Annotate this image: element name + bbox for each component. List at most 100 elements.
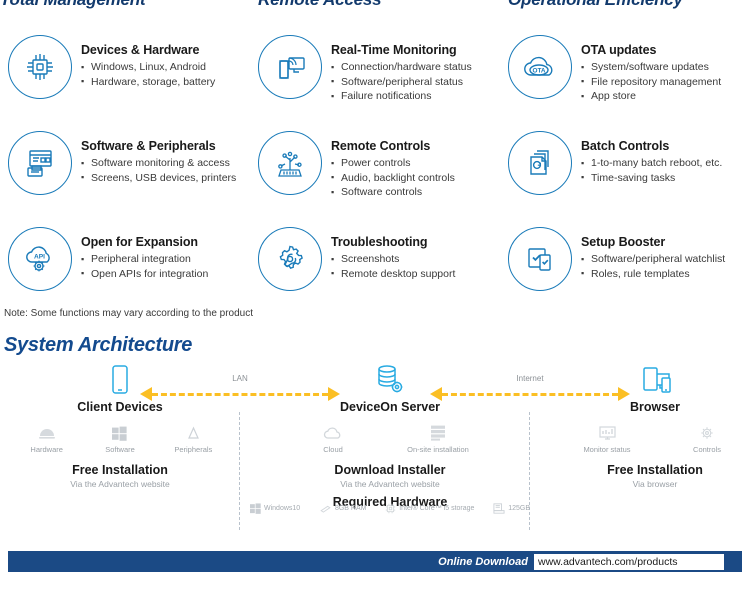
hardware-item-windows: Windows10 bbox=[250, 503, 300, 514]
feature-title: Devices & Hardware bbox=[81, 43, 200, 57]
feature-bullet: Windows, Linux, Android bbox=[81, 60, 215, 75]
feature-bullet: Connection/hardware status bbox=[331, 60, 472, 75]
sub-item-controls: Controls bbox=[676, 423, 738, 454]
poster-page: Total Management Remote Access Operation… bbox=[0, 0, 750, 591]
multi-device-browser-icon bbox=[560, 362, 750, 396]
feature-bullet: Screens, USB devices, printers bbox=[81, 170, 236, 186]
onsite-server-icon bbox=[398, 423, 478, 443]
client-sub-items: Hardware Software Peripherals bbox=[20, 423, 220, 454]
feature-bullet: Software/peripheral status bbox=[331, 74, 472, 90]
feature-grid: Devices & Hardware Windows, Linux, Andro… bbox=[0, 33, 750, 321]
required-hardware-row: Windows10 8GB RAM Intel® Core™ i5 storag… bbox=[250, 503, 530, 514]
feature-title: Batch Controls bbox=[581, 139, 670, 153]
node-title: Client Devices bbox=[77, 400, 163, 414]
feature-ota-updates: OTA OTA updates System/software updates … bbox=[500, 33, 750, 129]
online-download-label: Online Download bbox=[438, 555, 528, 568]
feature-open-for-expansion: API Open for Expansion Peripheral integr… bbox=[0, 225, 250, 321]
column-headers: Total Management Remote Access Operation… bbox=[0, 0, 750, 12]
sub-item-onsite: On-site installation bbox=[398, 423, 478, 454]
feature-bullets: Software/peripheral watchlist Roles, rul… bbox=[581, 252, 725, 281]
feature-real-time-monitoring: Real-Time Monitoring Connection/hardware… bbox=[250, 33, 500, 129]
controls-gear-icon bbox=[676, 423, 738, 443]
real-time-monitor-icon bbox=[258, 35, 322, 99]
setup-booster-check-icon bbox=[508, 227, 572, 291]
hardware-label: 8GB RAM bbox=[334, 505, 367, 512]
feature-bullet: Open APIs for integration bbox=[81, 266, 208, 282]
feature-bullet: Peripheral integration bbox=[81, 252, 208, 267]
feature-title: Remote Controls bbox=[331, 139, 431, 153]
system-architecture-title: System Architecture bbox=[4, 334, 193, 356]
feature-software-peripherals: Software & Peripherals Software monitori… bbox=[0, 129, 250, 225]
feature-bullet: App store bbox=[581, 89, 721, 104]
online-download-bar: Online Download www.advantech.com/produc… bbox=[8, 551, 742, 572]
feature-text: Remote Controls Power controls Audio, ba… bbox=[331, 129, 455, 200]
monitor-status-icon bbox=[572, 423, 642, 443]
cloud-icon bbox=[302, 423, 364, 443]
column-header-remote-access: Remote Access bbox=[258, 0, 382, 10]
feature-bullets: Connection/hardware status Software/peri… bbox=[331, 60, 472, 104]
storage-disk-icon bbox=[493, 503, 505, 514]
batch-controls-stack-icon bbox=[508, 131, 572, 195]
hardware-item-cpu: Intel® Core™ i5 storage bbox=[385, 503, 474, 514]
feature-text: Real-Time Monitoring Connection/hardware… bbox=[331, 33, 472, 104]
feature-batch-controls: Batch Controls 1-to-many batch reboot, e… bbox=[500, 129, 750, 225]
node-title: DeviceOn Server bbox=[339, 400, 441, 414]
feature-text: Software & Peripherals Software monitori… bbox=[81, 129, 236, 185]
feature-bullet: Software controls bbox=[331, 185, 455, 200]
feature-title: Setup Booster bbox=[581, 235, 666, 249]
feature-troubleshooting: Troubleshooting Screenshots Remote deskt… bbox=[250, 225, 500, 321]
feature-text: Open for Expansion Peripheral integratio… bbox=[81, 225, 208, 281]
sub-item-label: On-site installation bbox=[407, 445, 469, 454]
server-sub-items: Cloud On-site installation bbox=[275, 423, 505, 454]
ram-stick-icon bbox=[320, 505, 331, 513]
windows-icon bbox=[250, 503, 261, 514]
sub-item-label: Software bbox=[105, 445, 135, 454]
hardware-item-storage: 125GB bbox=[493, 503, 530, 514]
node-browser: Browser Monitor status Controls Free Ins… bbox=[560, 362, 750, 489]
sub-item-label: Hardware bbox=[30, 445, 63, 454]
browser-install-sub: Via browser bbox=[632, 479, 678, 489]
sub-item-monitor-status: Monitor status bbox=[572, 423, 642, 454]
feature-bullet: File repository management bbox=[581, 74, 721, 90]
feature-bullets: Windows, Linux, Android Hardware, storag… bbox=[81, 60, 215, 89]
cpu-chip-icon bbox=[8, 35, 72, 99]
feature-bullets: Peripheral integration Open APIs for int… bbox=[81, 252, 208, 281]
feature-text: Troubleshooting Screenshots Remote deskt… bbox=[331, 225, 455, 281]
feature-title: Troubleshooting bbox=[331, 235, 428, 249]
peripherals-drop-icon bbox=[167, 423, 220, 443]
database-gear-icon bbox=[275, 362, 505, 396]
browser-sub-items: Monitor status Controls bbox=[560, 423, 750, 454]
feature-title: Open for Expansion bbox=[81, 235, 198, 249]
feature-text: Setup Booster Software/peripheral watchl… bbox=[581, 225, 725, 281]
feature-title: OTA updates bbox=[581, 43, 657, 57]
hardware-label: 125GB bbox=[508, 505, 530, 512]
hardware-label: Windows10 bbox=[264, 505, 301, 512]
windows-software-icon bbox=[93, 423, 146, 443]
hardware-item-ram: 8GB RAM bbox=[319, 504, 367, 513]
feature-bullets: Software monitoring & access Screens, US… bbox=[81, 156, 236, 185]
sub-item-label: Peripherals bbox=[174, 445, 213, 454]
feature-bullet: Failure notifications bbox=[331, 89, 472, 104]
feature-devices-hardware: Devices & Hardware Windows, Linux, Andro… bbox=[0, 33, 250, 129]
feature-title: Real-Time Monitoring bbox=[331, 43, 457, 57]
feature-bullet: Software monitoring & access bbox=[81, 156, 236, 171]
feature-bullet: Time-saving tasks bbox=[581, 170, 722, 186]
server-installer-label: Download Installer bbox=[334, 463, 446, 477]
feature-bullet: Software/peripheral watchlist bbox=[581, 252, 725, 267]
server-installer-sub: Via the Advantech website bbox=[340, 479, 440, 489]
remote-controls-circuit-icon bbox=[258, 131, 322, 195]
feature-bullet: Hardware, storage, battery bbox=[81, 74, 215, 90]
feature-title: Software & Peripherals bbox=[81, 139, 216, 153]
android-hardware-icon bbox=[20, 423, 73, 443]
gear-wrench-icon bbox=[258, 227, 322, 291]
sub-item-software: Software bbox=[93, 423, 146, 454]
sub-item-label: Monitor status bbox=[583, 445, 631, 454]
feature-bullets: Screenshots Remote desktop support bbox=[331, 252, 455, 281]
feature-bullet: Screenshots bbox=[331, 252, 455, 267]
feature-bullets: 1-to-many batch reboot, etc. Time-saving… bbox=[581, 156, 722, 185]
api-cloud-gear-icon: API bbox=[8, 227, 72, 291]
online-download-url[interactable]: www.advantech.com/products bbox=[534, 553, 724, 570]
browser-install-label: Free Installation bbox=[607, 463, 703, 477]
feature-bullet: System/software updates bbox=[581, 60, 721, 75]
hardware-label: Intel® Core™ i5 storage bbox=[399, 505, 475, 512]
